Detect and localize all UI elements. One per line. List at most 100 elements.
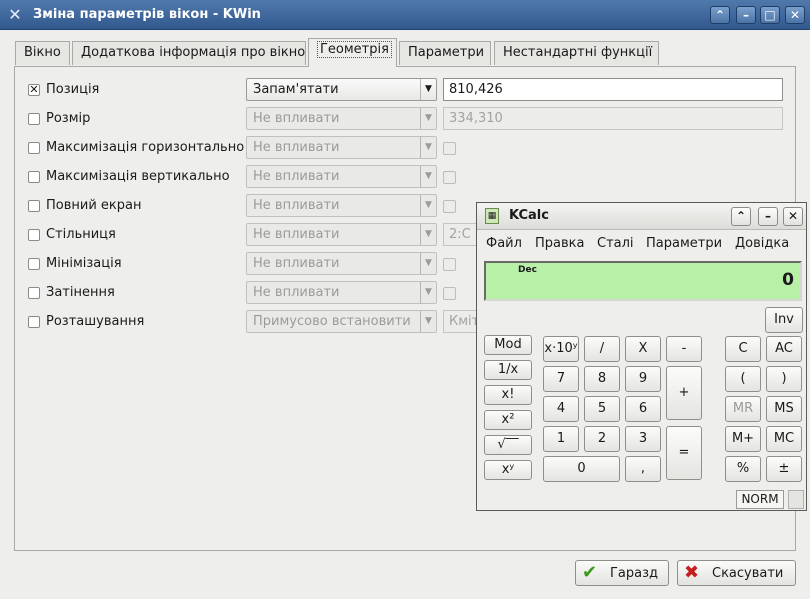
fullscreen-value-checkbox[interactable] bbox=[443, 200, 456, 213]
maximize-vertical-rule-select[interactable]: Не впливати ▼ bbox=[246, 165, 437, 188]
keep-above-button[interactable]: ⌃ bbox=[710, 6, 730, 24]
percent-button[interactable]: % bbox=[725, 456, 761, 482]
position-value-field[interactable]: 810,426 bbox=[443, 78, 783, 101]
menu-file[interactable]: Файл bbox=[486, 236, 522, 251]
tab-window-info[interactable]: Додаткова інформація про вікно bbox=[72, 41, 306, 65]
divide-button[interactable]: / bbox=[584, 336, 620, 362]
kcalc-minimize-button[interactable]: – bbox=[758, 207, 778, 226]
tab-window[interactable]: Вікно bbox=[15, 41, 70, 65]
maximize-horizontal-value-checkbox[interactable] bbox=[443, 142, 456, 155]
maximize-horizontal-label: Максимізація горизонтально bbox=[46, 140, 245, 155]
placement-rule-select[interactable]: Примусово встановити ▼ bbox=[246, 310, 437, 333]
digit-6-button[interactable]: 6 bbox=[625, 396, 661, 422]
kcalc-keep-above-button[interactable]: ⌃ bbox=[731, 207, 751, 226]
row-size: Розмір Не впливати ▼ 334,310 bbox=[0, 107, 790, 131]
kcalc-display: Dec 0 bbox=[484, 261, 802, 301]
chevron-down-icon: ▼ bbox=[420, 282, 436, 303]
inv-button[interactable]: Inv bbox=[765, 307, 803, 333]
desktop-label: Стільниця bbox=[46, 227, 116, 242]
digit-2-button[interactable]: 2 bbox=[584, 426, 620, 452]
equals-button[interactable]: = bbox=[666, 426, 702, 480]
maximize-button[interactable]: □ bbox=[760, 6, 780, 24]
mod-button[interactable]: Mod bbox=[484, 335, 532, 355]
kcalc-window[interactable]: ▦ KCalc ⌃ – ✕ Файл Правка Сталі Параметр… bbox=[476, 202, 807, 511]
minimize-checkbox[interactable] bbox=[28, 258, 40, 270]
maximize-horizontal-rule-select[interactable]: Не впливати ▼ bbox=[246, 136, 437, 159]
all-clear-button[interactable]: AC bbox=[766, 336, 802, 362]
maximize-vertical-label: Максимізація вертикально bbox=[46, 169, 230, 184]
minimize-value-checkbox[interactable] bbox=[443, 258, 456, 271]
power-button[interactable]: xʸ bbox=[484, 460, 532, 480]
angle-mode-status: NORM bbox=[736, 490, 784, 509]
menu-constants[interactable]: Сталі bbox=[597, 236, 634, 251]
memory-store-button[interactable]: MS bbox=[766, 396, 802, 422]
multiply-button[interactable]: X bbox=[625, 336, 661, 362]
digit-5-button[interactable]: 5 bbox=[584, 396, 620, 422]
row-maximize-horizontal: Максимізація горизонтально Не впливати ▼ bbox=[0, 136, 790, 160]
position-rule-select[interactable]: Запам'ятати ▼ bbox=[246, 78, 437, 101]
desktop-rule-select[interactable]: Не впливати ▼ bbox=[246, 223, 437, 246]
cancel-button[interactable]: ✖ Скасувати bbox=[677, 560, 796, 586]
size-value-field[interactable]: 334,310 bbox=[443, 107, 783, 130]
memory-recall-button[interactable]: MR bbox=[725, 396, 761, 422]
add-button[interactable]: + bbox=[666, 366, 702, 420]
plus-minus-button[interactable]: ± bbox=[766, 456, 802, 482]
tab-workarounds[interactable]: Нестандартні функції bbox=[494, 41, 659, 65]
shade-checkbox[interactable] bbox=[28, 287, 40, 299]
factorial-button[interactable]: x! bbox=[484, 385, 532, 405]
digit-3-button[interactable]: 3 bbox=[625, 426, 661, 452]
fullscreen-checkbox[interactable] bbox=[28, 200, 40, 212]
maximize-vertical-checkbox[interactable] bbox=[28, 171, 40, 183]
menu-edit[interactable]: Правка bbox=[535, 236, 584, 251]
kwin-app-icon[interactable]: ✕ bbox=[5, 5, 25, 25]
kcalc-close-button[interactable]: ✕ bbox=[783, 207, 803, 226]
placement-label: Розташування bbox=[46, 314, 145, 329]
resize-grip[interactable] bbox=[788, 490, 804, 509]
clear-button[interactable]: C bbox=[725, 336, 761, 362]
digit-0-button[interactable]: 0 bbox=[543, 456, 620, 482]
fullscreen-rule-select[interactable]: Не впливати ▼ bbox=[246, 194, 437, 217]
menu-settings[interactable]: Параметри bbox=[646, 236, 722, 251]
shade-value-checkbox[interactable] bbox=[443, 287, 456, 300]
square-button[interactable]: x² bbox=[484, 410, 532, 430]
size-rule-select[interactable]: Не впливати ▼ bbox=[246, 107, 437, 130]
close-paren-button[interactable]: ) bbox=[766, 366, 802, 392]
shade-rule-select[interactable]: Не впливати ▼ bbox=[246, 281, 437, 304]
tab-geometry[interactable]: Геометрія bbox=[308, 38, 397, 67]
kcalc-titlebar[interactable]: ▦ KCalc ⌃ – ✕ bbox=[477, 203, 806, 230]
square-root-button[interactable]: √‾‾ bbox=[484, 435, 532, 455]
position-label: Позиція bbox=[46, 82, 100, 97]
digit-4-button[interactable]: 4 bbox=[543, 396, 579, 422]
placement-checkbox[interactable] bbox=[28, 316, 40, 328]
memory-clear-button[interactable]: MC bbox=[766, 426, 802, 452]
size-checkbox[interactable] bbox=[28, 113, 40, 125]
maximize-horizontal-checkbox[interactable] bbox=[28, 142, 40, 154]
close-button[interactable]: ✕ bbox=[785, 6, 805, 24]
chevron-down-icon: ▼ bbox=[420, 195, 436, 216]
digit-1-button[interactable]: 1 bbox=[543, 426, 579, 452]
menu-help[interactable]: Довідка bbox=[735, 236, 789, 251]
minimize-label: Мінімізація bbox=[46, 256, 122, 271]
decimal-button[interactable]: , bbox=[625, 456, 661, 482]
digit-7-button[interactable]: 7 bbox=[543, 366, 579, 392]
chevron-down-icon: ▼ bbox=[420, 108, 436, 129]
window-titlebar[interactable]: ✕ Зміна параметрів вікон - KWin ⌃ – □ ✕ bbox=[0, 0, 810, 30]
cross-icon: ✖ bbox=[684, 562, 700, 583]
memory-add-button[interactable]: M+ bbox=[725, 426, 761, 452]
minimize-rule-select[interactable]: Не впливати ▼ bbox=[246, 252, 437, 275]
tab-preferences[interactable]: Параметри bbox=[399, 41, 491, 65]
reciprocal-button[interactable]: 1/x bbox=[484, 360, 532, 380]
desktop-checkbox[interactable] bbox=[28, 229, 40, 241]
open-paren-button[interactable]: ( bbox=[725, 366, 761, 392]
chevron-down-icon: ▼ bbox=[420, 137, 436, 158]
display-value: 0 bbox=[782, 270, 794, 290]
minimize-button[interactable]: – bbox=[736, 6, 756, 24]
exp-button[interactable]: x·10ʸ bbox=[543, 336, 579, 362]
subtract-button[interactable]: - bbox=[666, 336, 702, 362]
position-checkbox[interactable]: ✕ bbox=[28, 84, 40, 96]
ok-button[interactable]: ✔ Гаразд bbox=[575, 560, 669, 586]
digit-8-button[interactable]: 8 bbox=[584, 366, 620, 392]
digit-9-button[interactable]: 9 bbox=[625, 366, 661, 392]
maximize-vertical-value-checkbox[interactable] bbox=[443, 171, 456, 184]
shade-label: Затінення bbox=[46, 285, 115, 300]
